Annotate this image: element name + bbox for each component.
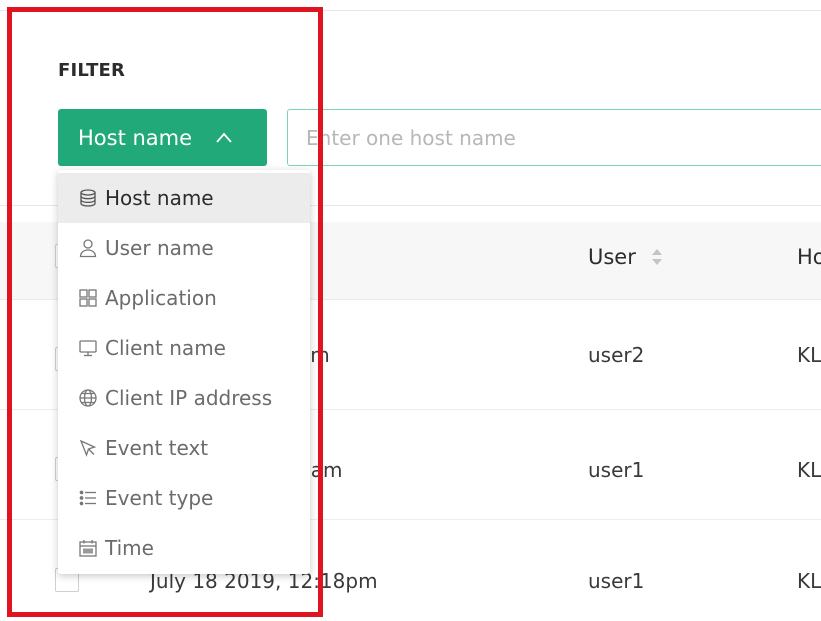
calendar-icon — [78, 538, 98, 558]
filter-type-dropdown: Host name User name Application Client n… — [58, 170, 310, 574]
row-host: KL — [797, 569, 821, 593]
filter-title: FILTER — [58, 60, 126, 81]
application-grid-icon — [78, 288, 98, 308]
user-icon — [78, 238, 98, 258]
filter-option-application[interactable]: Application — [58, 273, 310, 323]
filter-option-host-name[interactable]: Host name — [58, 173, 310, 223]
filter-option-time[interactable]: Time — [58, 523, 310, 573]
filter-type-label: Host name — [78, 125, 193, 150]
column-header-user[interactable]: User — [588, 245, 664, 269]
filter-option-label: Event type — [105, 486, 214, 510]
row-host: KL — [797, 343, 821, 367]
database-icon — [78, 188, 98, 208]
globe-icon — [78, 388, 98, 408]
chevron-up-icon — [214, 128, 234, 148]
filter-option-label: Event text — [105, 436, 209, 460]
column-header-host[interactable]: Ho — [797, 245, 821, 269]
filter-type-button[interactable]: Host name — [58, 109, 267, 166]
column-header-user-label: User — [588, 245, 636, 269]
monitor-icon — [78, 338, 98, 358]
filter-option-label: Time — [105, 536, 154, 560]
filter-option-label: Host name — [105, 186, 214, 210]
filter-option-label: Client name — [105, 336, 226, 360]
sort-icon[interactable] — [650, 246, 664, 268]
page: FILTER Host name User Ho am user2 KL 3am… — [0, 0, 821, 621]
host-name-input[interactable] — [287, 109, 821, 166]
cursor-icon — [78, 438, 98, 458]
filter-option-user-name[interactable]: User name — [58, 223, 310, 273]
row-host: KL — [797, 458, 821, 482]
filter-option-event-type[interactable]: Event type — [58, 473, 310, 523]
filter-option-label: User name — [105, 236, 214, 260]
row-user: user2 — [588, 343, 645, 367]
filter-option-event-text[interactable]: Event text — [58, 423, 310, 473]
row-user: user1 — [588, 569, 645, 593]
filter-option-client-ip-address[interactable]: Client IP address — [58, 373, 310, 423]
filter-option-label: Application — [105, 286, 217, 310]
filter-option-client-name[interactable]: Client name — [58, 323, 310, 373]
filter-option-label: Client IP address — [105, 386, 273, 410]
divider — [0, 10, 821, 11]
row-user: user1 — [588, 458, 645, 482]
list-icon — [78, 488, 98, 508]
